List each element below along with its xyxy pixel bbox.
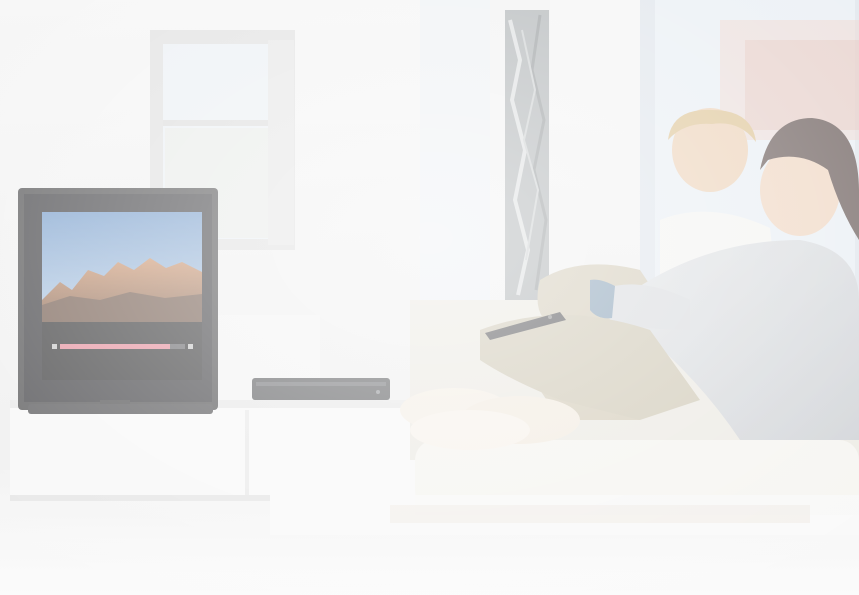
- light-glow: [0, 0, 859, 595]
- living-room-photo: [0, 0, 859, 595]
